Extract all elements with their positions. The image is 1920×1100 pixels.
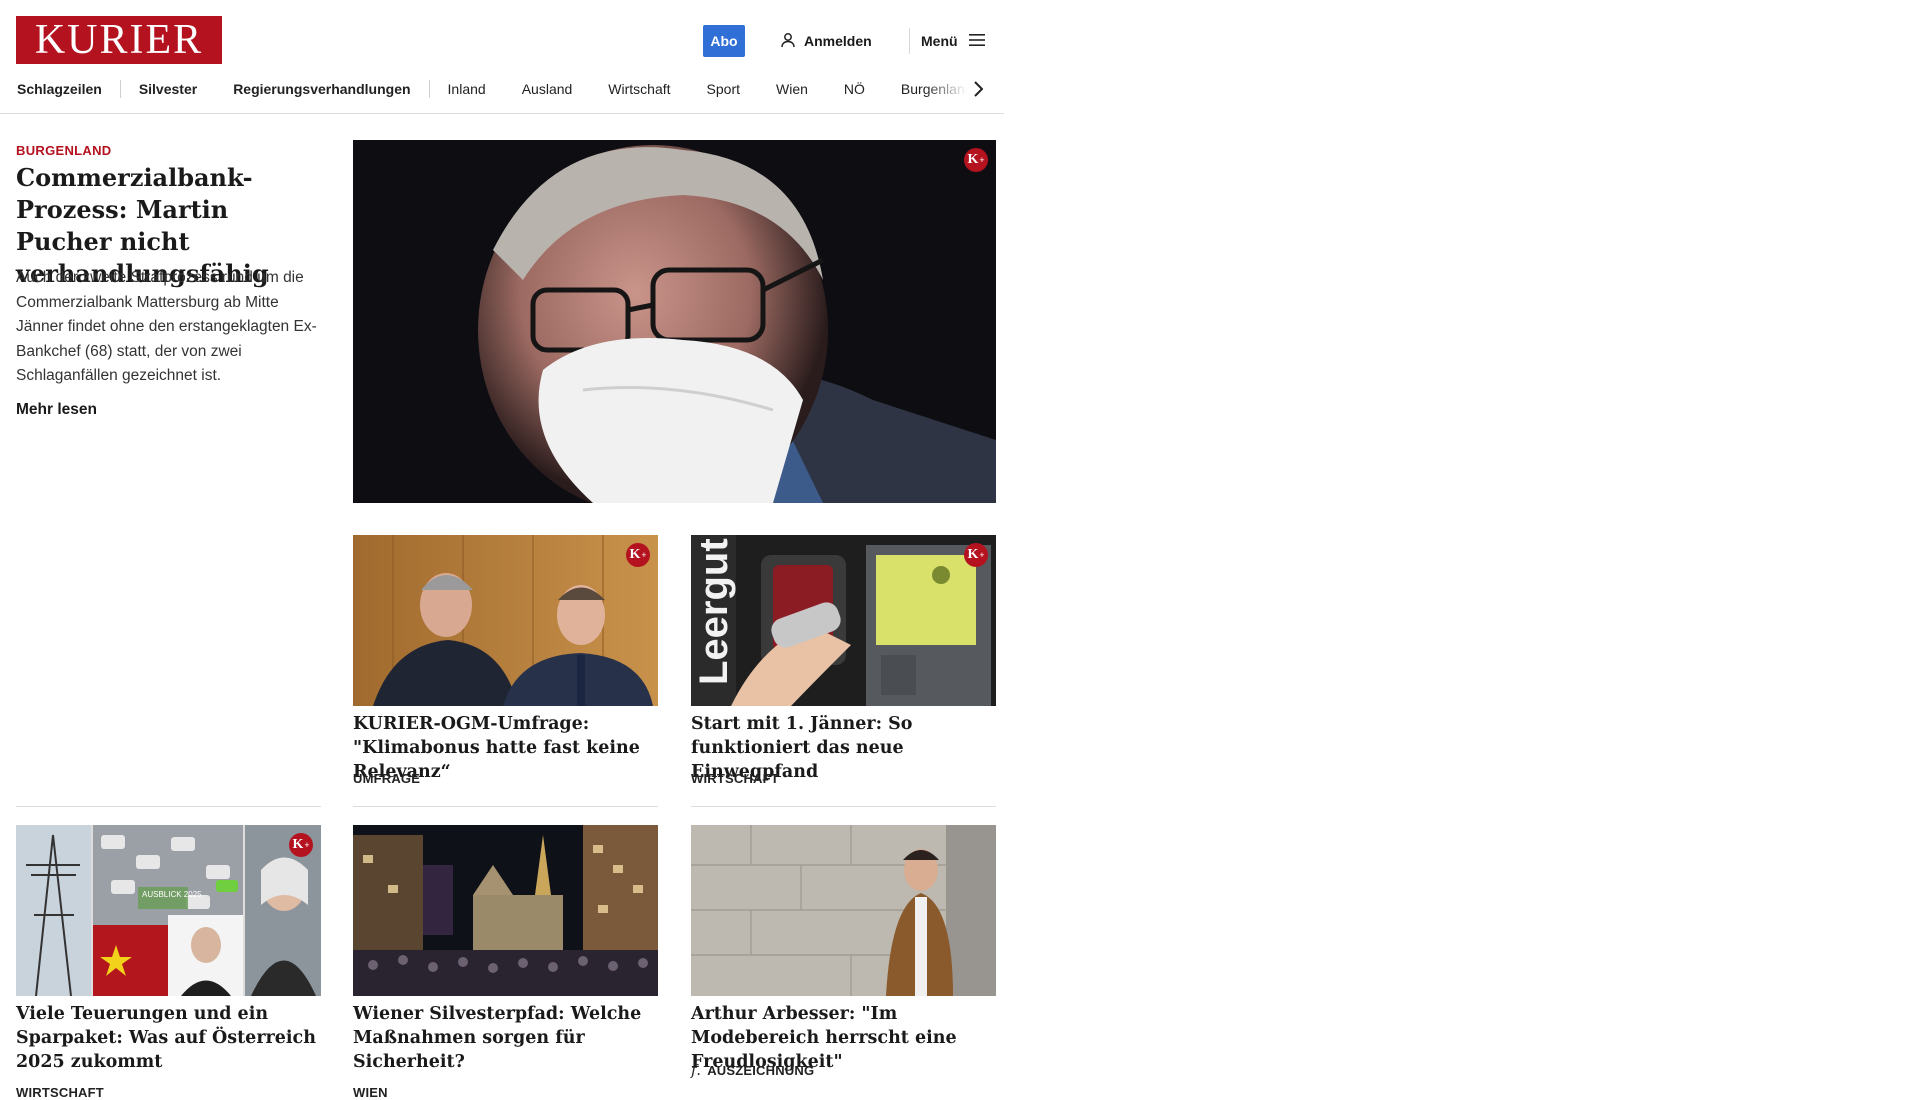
row-divider: [691, 806, 996, 807]
card-tag[interactable]: UMFRAGE: [353, 771, 420, 786]
login-label: Anmelden: [804, 33, 872, 49]
card-image[interactable]: Leergut K +: [691, 535, 996, 706]
header-divider: [909, 28, 910, 54]
menu-label: Menü: [921, 33, 958, 49]
nav-divider: [0, 113, 1004, 114]
row-divider: [16, 806, 321, 807]
kurier-plus-badge-icon: K +: [964, 543, 988, 567]
menu-button[interactable]: Menü: [921, 25, 986, 57]
read-more-link[interactable]: Mehr lesen: [16, 401, 97, 419]
card-image[interactable]: [353, 825, 658, 996]
card-tag[interactable]: WIRTSCHAFT: [691, 771, 779, 786]
card-tag[interactable]: WIRTSCHAFT: [16, 1085, 104, 1100]
card-image[interactable]: [691, 825, 996, 996]
kurier-plus-badge-icon: K +: [626, 543, 650, 567]
lead-teaser: Auch der zweite Strafprozess rund um die…: [16, 269, 317, 384]
card-tag: AUSZEICHNUNG: [707, 1062, 815, 1078]
nav-item-wien[interactable]: Wien: [758, 81, 826, 97]
nav-item-regierungsverhandlungen[interactable]: Regierungsverhandlungen: [215, 81, 428, 97]
nav-item-wirtschaft[interactable]: Wirtschaft: [590, 81, 688, 97]
card-title[interactable]: Viele Teuerungen und ein Sparpaket: Was …: [16, 1002, 321, 1074]
nav-scroll-right-icon[interactable]: [966, 76, 990, 102]
nav-item-noe[interactable]: NÖ: [826, 81, 883, 97]
card-image[interactable]: AUSBLICK 2025 K +: [16, 825, 321, 996]
card-title[interactable]: Wiener Silvesterpfad: Welche Maßnahmen s…: [353, 1002, 658, 1074]
nav-item-inland[interactable]: Inland: [430, 81, 504, 97]
section-nav: Schlagzeilen Silvester Regierungsverhand…: [16, 76, 1002, 102]
kurier-plus-badge-icon: K +: [289, 833, 313, 857]
lead-kicker[interactable]: BURGENLAND: [16, 143, 111, 158]
card-tag-row[interactable]: f. AUSZEICHNUNG: [691, 1061, 814, 1079]
nav-item-silvester[interactable]: Silvester: [121, 81, 215, 97]
nav-item-ausland[interactable]: Ausland: [504, 81, 591, 97]
abo-button[interactable]: Abo: [703, 25, 745, 57]
hamburger-icon: [968, 33, 986, 50]
kurier-plus-badge-icon: K +: [964, 148, 988, 172]
card-image-overlay-text: AUSBLICK 2025: [142, 890, 202, 899]
card-image[interactable]: K +: [353, 535, 658, 706]
card-tag[interactable]: WIEN: [353, 1085, 388, 1100]
user-icon: [780, 32, 796, 51]
freizeit-logo-icon: f.: [691, 1061, 702, 1079]
lead-image[interactable]: K +: [353, 140, 996, 503]
row-divider: [353, 806, 658, 807]
login-button[interactable]: Anmelden: [780, 25, 872, 57]
nav-item-schlagzeilen[interactable]: Schlagzeilen: [16, 81, 120, 97]
nav-item-sport[interactable]: Sport: [689, 81, 758, 97]
kurier-logo[interactable]: KURIER: [16, 16, 222, 64]
svg-text:Leergut: Leergut: [692, 538, 736, 685]
